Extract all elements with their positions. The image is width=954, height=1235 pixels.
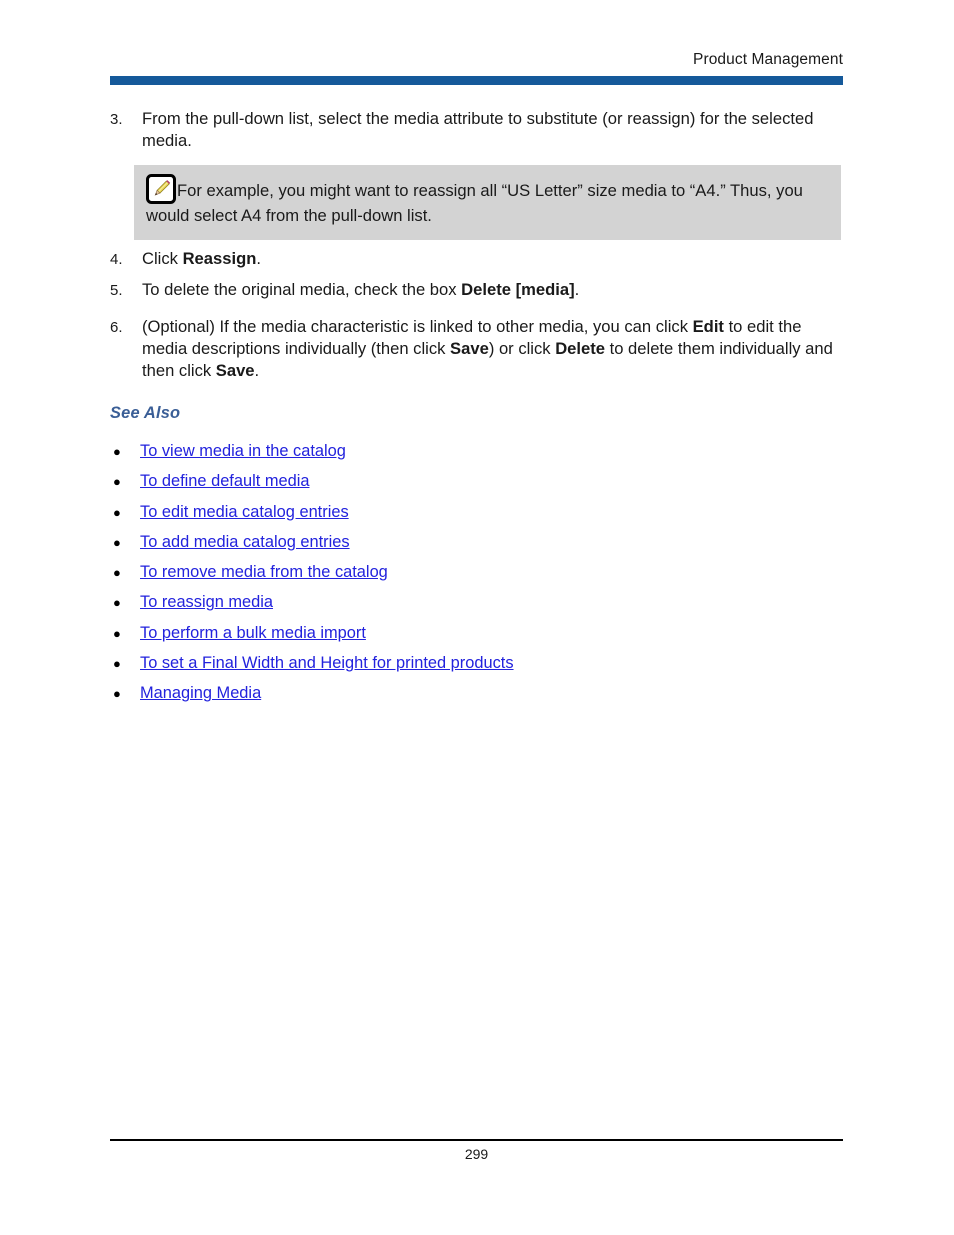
- body-text: ) or click: [488, 339, 556, 358]
- list-item: ● To add media catalog entries: [110, 527, 843, 557]
- see-also-link-7[interactable]: To set a Final Width and Height for prin…: [140, 648, 514, 678]
- body-text: From the pull-down list, select the medi…: [142, 109, 814, 150]
- step-number-4: 4.: [110, 251, 123, 268]
- see-also-link-5[interactable]: To reassign media: [140, 587, 273, 617]
- bullet-icon: ●: [113, 444, 121, 459]
- list-item: ● To edit media catalog entries: [110, 497, 843, 527]
- body-text: .: [256, 249, 261, 268]
- page-header: Product Management: [110, 50, 843, 85]
- step-item-4: 4. Click Reassign.: [110, 248, 843, 271]
- step-item-6: 6. (Optional) If the media characteristi…: [110, 316, 843, 382]
- header-title: Product Management: [693, 51, 843, 68]
- see-also-link-2[interactable]: To edit media catalog entries: [140, 497, 349, 527]
- see-also-heading: See Also: [110, 404, 181, 422]
- body-text: Click: [142, 249, 183, 268]
- step-number-5: 5.: [110, 282, 123, 299]
- step-number-6: 6.: [110, 319, 123, 336]
- emphasis-text: Delete [media]: [461, 280, 575, 299]
- step-text-6: (Optional) If the media characteristic i…: [142, 316, 843, 382]
- body-text: To delete the original media, check the …: [142, 280, 462, 299]
- body-text: .: [574, 280, 580, 299]
- bullet-icon: ●: [113, 595, 121, 611]
- list-item: ● Managing Media: [110, 678, 843, 708]
- see-also-link-6[interactable]: To perform a bulk media import: [140, 618, 366, 648]
- bullet-icon: ●: [113, 686, 121, 702]
- note-text: For example, you might want to reassign …: [146, 181, 803, 225]
- bullet-icon: ●: [113, 625, 121, 641]
- emphasis-text: Reassign: [182, 249, 257, 268]
- header-accent-rule: [110, 76, 843, 85]
- page-footer: 299: [110, 1139, 843, 1162]
- emphasis-text: Delete: [555, 339, 605, 358]
- list-item: ● To remove media from the catalog: [110, 557, 843, 587]
- see-also-link-8[interactable]: Managing Media: [140, 678, 261, 708]
- see-also-link-1[interactable]: To define default media: [140, 466, 309, 496]
- see-also-link-0[interactable]: To view media in the catalog: [140, 436, 346, 466]
- step-text-3: From the pull-down list, select the medi…: [142, 108, 843, 152]
- page-content: 3. From the pull-down list, select the m…: [110, 108, 843, 725]
- list-item: ● To view media in the catalog: [110, 436, 843, 466]
- note-callout: For example, you might want to reassign …: [134, 165, 841, 240]
- see-also-link-4[interactable]: To remove media from the catalog: [140, 557, 388, 587]
- list-item: ● To perform a bulk media import: [110, 618, 843, 648]
- bullet-icon: ●: [113, 565, 121, 581]
- see-also-link-3[interactable]: To add media catalog entries: [140, 527, 350, 557]
- step-number-3: 3.: [110, 111, 123, 128]
- list-item: ● To reassign media: [110, 587, 843, 617]
- emphasis-text: Save: [215, 361, 255, 380]
- list-item: ● To set a Final Width and Height for pri…: [110, 648, 843, 678]
- body-text: (Optional) If the media characteristic i…: [142, 317, 693, 336]
- footer-divider: [110, 1139, 843, 1141]
- page-number: 299: [464, 1145, 489, 1162]
- bullet-icon: ●: [113, 656, 121, 672]
- bullet-icon: ●: [113, 474, 121, 490]
- document-page: Product Management 3. From the pull-down…: [0, 0, 954, 1235]
- bullet-icon: ●: [113, 534, 121, 550]
- see-also-link-list: ● To view media in the catalog ● To define …: [110, 436, 843, 709]
- body-text: .: [254, 361, 260, 380]
- step-text-4: Click Reassign.: [142, 248, 843, 270]
- step-item-3: 3. From the pull-down list, select the m…: [110, 108, 843, 152]
- emphasis-text: Edit: [692, 317, 724, 336]
- bullet-icon: ●: [113, 504, 121, 520]
- list-item: ● To define default media: [110, 466, 843, 496]
- emphasis-text: Save: [450, 339, 489, 358]
- pencil-note-icon: [146, 174, 176, 204]
- step-text-5: To delete the original media, check the …: [142, 279, 843, 301]
- step-item-5: 5. To delete the original media, check t…: [110, 279, 843, 302]
